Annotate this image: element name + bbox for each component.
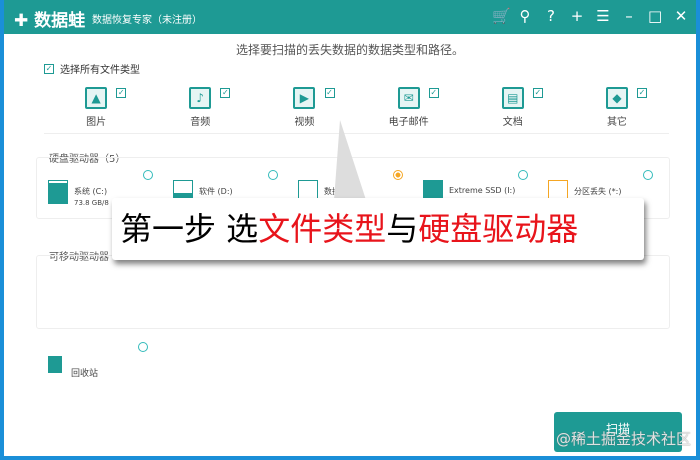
file-type-4[interactable]: ▤ ✓ 文档 <box>460 84 565 134</box>
drive-radio[interactable] <box>268 170 278 180</box>
menu-icon[interactable]: ☰ <box>596 7 610 25</box>
drive-icon <box>48 180 68 204</box>
file-type-1[interactable]: ♪ ✓ 音频 <box>148 84 253 134</box>
watermark: @稀土掘金技术社区 <box>556 430 692 448</box>
cart-icon[interactable]: 🛒 <box>492 7 511 25</box>
recycle-bin-item[interactable]: 回收站 <box>71 366 98 379</box>
drive-radio[interactable] <box>393 170 403 180</box>
trash-icon <box>48 356 62 373</box>
file-type-icon: ▤ <box>501 87 524 109</box>
file-type-checkbox[interactable]: ✓ <box>637 88 648 98</box>
drive-name: Extreme SSD (I:) <box>449 186 516 195</box>
callout-text: 硬盘驱动器 <box>418 210 579 248</box>
file-type-icon: ▶ <box>293 87 316 109</box>
file-type-checkbox[interactable]: ✓ <box>116 88 127 98</box>
maximize-icon[interactable]: □ <box>648 7 662 25</box>
file-type-label: 电子邮件 <box>388 117 429 128</box>
file-type-icon: ♪ <box>189 87 212 109</box>
file-type-checkbox[interactable]: ✓ <box>220 88 231 98</box>
drive-name: 分区丢失 (*:) <box>574 187 622 196</box>
callout-pointer <box>334 120 366 200</box>
app-subtitle: 数据恢复专家（未注册） <box>92 15 202 26</box>
select-all-checkbox[interactable]: ✓ 选择所有文件类型 <box>44 61 140 76</box>
drive-name: 软件 (D:) <box>199 187 233 196</box>
close-icon[interactable]: ✕ <box>674 7 688 25</box>
file-type-checkbox[interactable]: ✓ <box>428 88 439 98</box>
file-type-label: 其它 <box>606 117 627 128</box>
file-type-icon: ▲ <box>85 87 108 109</box>
file-type-label: 音频 <box>190 117 211 128</box>
drive-radio[interactable] <box>143 170 153 180</box>
key-icon[interactable]: ⚲ <box>518 7 532 25</box>
plus-icon[interactable]: + <box>570 7 584 25</box>
step-callout: 第一步 选文件类型与硬盘驱动器 <box>112 198 644 260</box>
drive-size: 73.8 GB/8 <box>74 199 109 207</box>
drive-radio[interactable] <box>643 170 653 180</box>
title-bar: ✚ 数据蛙 数据恢复专家（未注册） 🛒 ⚲? + ☰ – □ ✕ <box>4 0 696 34</box>
file-type-0[interactable]: ▲ ✓ 图片 <box>44 84 149 134</box>
app-window: ✚ 数据蛙 数据恢复专家（未注册） 🛒 ⚲? + ☰ – □ ✕ 选择要扫描的丢失数据的数据… <box>4 0 696 456</box>
file-type-3[interactable]: ✉ ✓ 电子邮件 <box>356 84 461 134</box>
drive-name: 系统 (C:) <box>74 187 108 196</box>
select-all-label: 选择所有文件类型 <box>60 65 140 76</box>
instruction-text: 选择要扫描的丢失数据的数据类型和路径。 <box>235 43 464 57</box>
recycle-radio[interactable] <box>138 342 148 352</box>
callout-text: 文件类型 <box>258 210 387 248</box>
file-type-label: 图片 <box>86 117 107 128</box>
callout-text: 与 <box>386 210 419 248</box>
file-type-checkbox[interactable]: ✓ <box>324 88 335 98</box>
file-type-checkbox[interactable]: ✓ <box>532 88 543 98</box>
file-type-icon: ◆ <box>605 87 628 109</box>
file-type-icon: ✉ <box>397 87 420 109</box>
file-type-5[interactable]: ◆ ✓ 其它 <box>564 84 670 134</box>
callout-text: 第一步 选 <box>120 210 259 248</box>
drive-radio[interactable] <box>518 170 528 180</box>
checkbox-icon: ✓ <box>44 63 54 74</box>
file-type-label: 文档 <box>502 117 523 128</box>
removable-panel <box>36 255 670 329</box>
help-icon[interactable]: ? <box>544 7 558 25</box>
minimize-icon[interactable]: – <box>622 7 636 25</box>
app-logo: ✚ 数据蛙 <box>14 11 86 31</box>
